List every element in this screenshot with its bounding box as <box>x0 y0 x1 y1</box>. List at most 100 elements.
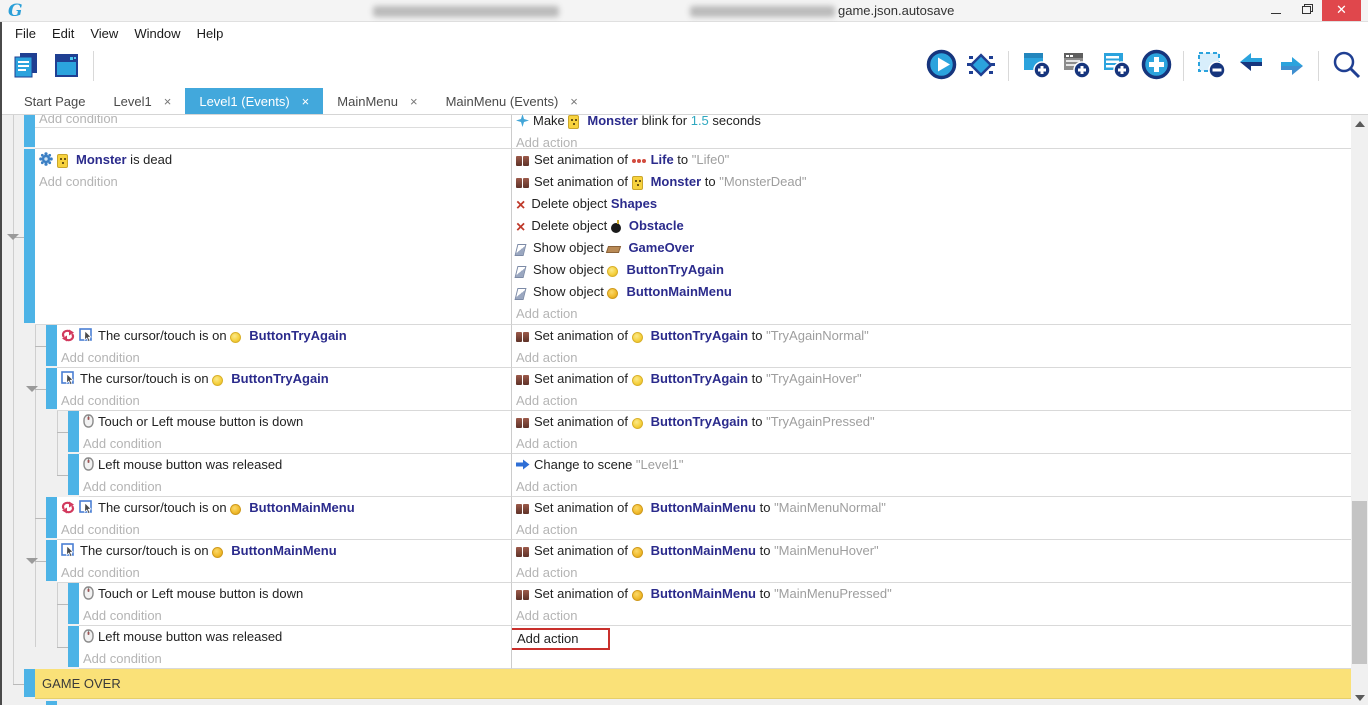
tab-close-icon[interactable]: × <box>570 94 578 109</box>
condition-line[interactable]: Touch or Left mouse button is down <box>79 583 511 605</box>
undo-button[interactable] <box>1235 50 1267 82</box>
add-scene-button[interactable] <box>1020 50 1052 82</box>
conditions-cell[interactable]: Touch or Left mouse button is downAdd co… <box>79 583 511 626</box>
action-line[interactable]: Set animation of Monster to "MonsterDead… <box>512 171 1351 193</box>
conditions-cell[interactable]: Touch or Left mouse button is downAdd co… <box>79 411 511 454</box>
tab-mainmenu[interactable]: MainMenu× <box>323 88 431 114</box>
add-external-events-button[interactable] <box>1060 50 1092 82</box>
add-external-layout-button[interactable] <box>1100 50 1132 82</box>
condition-line[interactable]: Left mouse button was released <box>79 454 511 476</box>
add-action-placeholder[interactable]: Add action <box>512 347 1351 368</box>
tab-level1-events[interactable]: Level1 (Events)× <box>185 88 323 114</box>
play-button[interactable] <box>925 50 957 82</box>
actions-cell[interactable]: Change to scene "Level1"Add action <box>511 454 1351 497</box>
add-condition-placeholder[interactable]: Add condition <box>79 476 511 497</box>
action-line[interactable]: Show object ButtonTryAgain <box>512 259 1351 281</box>
add-action-placeholder[interactable]: Add action <box>512 562 1351 583</box>
action-line[interactable]: Set animation of ButtonMainMenu to "Main… <box>512 497 1351 519</box>
conditions-cell[interactable]: Left mouse button was releasedAdd condit… <box>79 626 511 669</box>
conditions-cell[interactable]: The cursor/touch is on ButtonTryAgainAdd… <box>57 325 511 368</box>
close-button[interactable]: ✕ <box>1322 0 1361 21</box>
action-line[interactable]: Show object ButtonMainMenu <box>512 281 1351 303</box>
menu-item-file[interactable]: File <box>7 24 44 43</box>
menu-item-edit[interactable]: Edit <box>44 24 82 43</box>
maximize-button[interactable] <box>1292 0 1320 21</box>
add-action-placeholder[interactable]: Add action <box>512 519 1351 540</box>
conditions-cell[interactable]: Add condition <box>35 115 511 149</box>
action-line[interactable]: ×Delete object Obstacle <box>512 215 1351 237</box>
conditions-cell[interactable]: The cursor/touch is on ButtonTryAgainAdd… <box>57 368 511 411</box>
conditions-cell[interactable]: The cursor/touch is on ButtonMainMenuAdd… <box>57 540 511 583</box>
action-line[interactable]: Set animation of ButtonTryAgain to "TryA… <box>512 368 1351 390</box>
menu-item-window[interactable]: Window <box>126 24 188 43</box>
add-action-placeholder[interactable]: Add action <box>512 433 1351 454</box>
actions-cell[interactable]: Set animation of Life to "Life0"Set anim… <box>511 149 1351 325</box>
condition-line[interactable]: The cursor/touch is on ButtonTryAgain <box>57 325 511 347</box>
actions-cell[interactable]: Make Monster blink for 1.5 secondsAdd ac… <box>511 115 1351 149</box>
add-condition-placeholder[interactable]: Add condition <box>79 648 511 669</box>
event-text-segment: Set animation of <box>534 328 632 343</box>
add-action-placeholder[interactable]: Add action <box>512 303 1351 325</box>
add-condition-placeholder[interactable]: Add condition <box>79 605 511 626</box>
condition-line[interactable]: The cursor/touch is on ButtonMainMenu <box>57 540 511 562</box>
add-condition-placeholder[interactable]: Add condition <box>57 390 511 411</box>
project-manager-button[interactable] <box>10 50 42 82</box>
condition-line[interactable]: Monster is dead <box>35 149 511 171</box>
actions-cell[interactable]: Set animation of ButtonMainMenu to "Main… <box>511 540 1351 583</box>
add-action-placeholder[interactable]: Add action <box>512 132 1351 149</box>
actions-cell[interactable]: Set animation of ButtonMainMenu to "Main… <box>511 583 1351 626</box>
menu-item-help[interactable]: Help <box>189 24 232 43</box>
actions-cell[interactable]: Set animation of ButtonTryAgain to "TryA… <box>511 325 1351 368</box>
scroll-up-icon[interactable] <box>1355 121 1365 127</box>
add-condition-placeholder[interactable]: Add condition <box>57 562 511 583</box>
event-text-segment: is dead <box>127 152 173 167</box>
condition-line[interactable]: The cursor/touch is on ButtonTryAgain <box>57 368 511 390</box>
add-action-placeholder[interactable]: Add action <box>512 605 1351 626</box>
comment-text[interactable]: GAME OVER <box>35 669 1351 699</box>
tab-close-icon[interactable]: × <box>410 94 418 109</box>
add-action-placeholder[interactable]: Add action <box>512 476 1351 497</box>
action-line[interactable]: Set animation of ButtonTryAgain to "TryA… <box>512 325 1351 347</box>
actions-cell[interactable]: Add action <box>511 626 1351 669</box>
add-condition-placeholder[interactable]: Add condition <box>79 433 511 454</box>
add-condition-placeholder[interactable]: Add condition <box>57 519 511 540</box>
add-action-highlighted[interactable]: Add action <box>511 628 610 650</box>
add-action-placeholder[interactable]: Add action <box>512 390 1351 411</box>
vertical-scrollbar[interactable] <box>1351 115 1368 705</box>
tab-close-icon[interactable]: × <box>164 94 172 109</box>
action-line[interactable]: Set animation of ButtonMainMenu to "Main… <box>512 583 1351 605</box>
scrollbar-thumb[interactable] <box>1352 501 1367 664</box>
debug-button[interactable] <box>965 50 997 82</box>
add-condition-placeholder[interactable]: Add condition <box>35 171 511 193</box>
actions-cell[interactable]: Set animation of ButtonTryAgain to "TryA… <box>511 368 1351 411</box>
menu-item-view[interactable]: View <box>82 24 126 43</box>
set-animation-icon <box>516 585 530 607</box>
deactivate-button[interactable] <box>1195 50 1227 82</box>
action-line[interactable]: Change to scene "Level1" <box>512 454 1351 476</box>
condition-line[interactable]: The cursor/touch is on ButtonMainMenu <box>57 497 511 519</box>
condition-line[interactable]: Touch or Left mouse button is down <box>79 411 511 433</box>
tab-start-page[interactable]: Start Page <box>10 88 99 114</box>
conditions-cell[interactable]: The cursor/touch is on ButtonMainMenuAdd… <box>57 497 511 540</box>
action-line[interactable]: Set animation of ButtonMainMenu to "Main… <box>512 540 1351 562</box>
minimize-button[interactable] <box>1262 0 1290 21</box>
add-condition-placeholder[interactable]: Add condition <box>57 347 511 368</box>
action-line[interactable]: Make Monster blink for 1.5 seconds <box>512 115 1351 132</box>
action-line[interactable]: ×Delete object Shapes <box>512 193 1351 215</box>
conditions-cell[interactable]: Left mouse button was releasedAdd condit… <box>79 454 511 497</box>
tab-level1[interactable]: Level1× <box>99 88 185 114</box>
action-line[interactable]: Set animation of Life to "Life0" <box>512 149 1351 171</box>
tab-close-icon[interactable]: × <box>302 94 310 109</box>
conditions-cell[interactable]: Monster is deadAdd condition <box>35 149 511 325</box>
search-button[interactable] <box>1330 50 1362 82</box>
actions-cell[interactable]: Set animation of ButtonTryAgain to "TryA… <box>511 411 1351 454</box>
tab-mainmenu-events[interactable]: MainMenu (Events)× <box>432 88 592 114</box>
start-page-button[interactable] <box>50 50 82 82</box>
condition-line[interactable]: Left mouse button was released <box>79 626 511 648</box>
actions-cell[interactable]: Set animation of ButtonMainMenu to "Main… <box>511 497 1351 540</box>
action-line[interactable]: Show object GameOver <box>512 237 1351 259</box>
redo-button[interactable] <box>1275 50 1307 82</box>
add-object-button[interactable] <box>1140 50 1172 82</box>
scroll-down-icon[interactable] <box>1355 695 1365 701</box>
action-line[interactable]: Set animation of ButtonTryAgain to "TryA… <box>512 411 1351 433</box>
